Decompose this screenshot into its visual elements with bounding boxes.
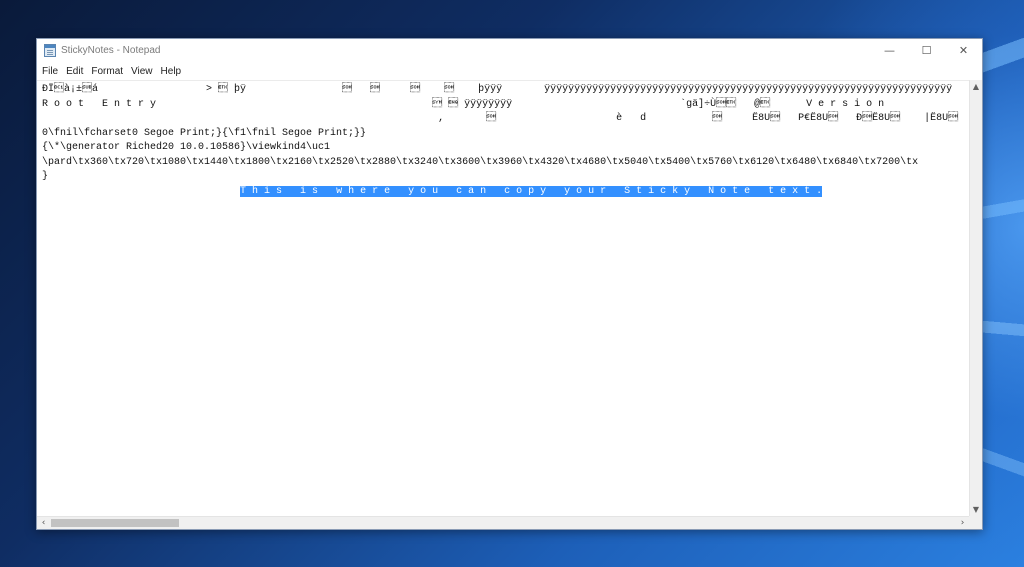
- text-line: 0\fnil\fcharset0 Segoe Print;}{\f1\fnil …: [42, 127, 367, 139]
- text-line: {\*\generator Riched20 10.0.10586}\viewk…: [42, 142, 331, 153]
- scrollbar-corner: [969, 516, 982, 529]
- scroll-up-arrow-icon[interactable]: ▲: [970, 80, 982, 93]
- text-editor[interactable]: ÐÏà¡±á >  þÿ     þÿÿÿ ÿÿÿÿÿÿÿÿÿÿÿ…: [37, 80, 969, 516]
- notepad-icon[interactable]: [44, 44, 56, 57]
- scroll-left-arrow-icon[interactable]: ‹: [37, 517, 50, 530]
- horizontal-scroll-thumb[interactable]: [51, 519, 179, 527]
- selected-text[interactable]: T h i s i s w h e r e y o u c a n c o p …: [240, 185, 823, 197]
- text-line: R o o t E n t r y   ÿÿÿÿÿÿÿÿ `gä]÷Ù …: [42, 98, 885, 110]
- window-controls: — ☐ ✕: [871, 39, 982, 62]
- text-line-indent: [42, 186, 240, 197]
- close-button[interactable]: ✕: [945, 39, 982, 62]
- menu-bar: File Edit Format View Help: [37, 62, 982, 80]
- menu-edit[interactable]: Edit: [63, 66, 86, 77]
- text-line: }: [42, 171, 49, 182]
- text-line: \pard\tx360\tx720\tx1080\tx1440\tx1800\t…: [42, 156, 919, 168]
- menu-file[interactable]: File: [39, 66, 61, 77]
- vertical-scrollbar[interactable]: ▲ ▼: [969, 80, 982, 516]
- menu-help[interactable]: Help: [158, 66, 185, 77]
- maximize-button[interactable]: ☐: [908, 39, 945, 62]
- title-bar[interactable]: StickyNotes - Notepad — ☐ ✕: [37, 39, 982, 62]
- text-line: ÐÏà¡±á >  þÿ     þÿÿÿ ÿÿÿÿÿÿÿÿÿÿÿ…: [42, 84, 953, 95]
- horizontal-scrollbar[interactable]: ‹ ›: [37, 516, 969, 529]
- scroll-down-arrow-icon[interactable]: ▼: [970, 503, 982, 516]
- document-text[interactable]: ÐÏà¡±á >  þÿ     þÿÿÿ ÿÿÿÿÿÿÿÿÿÿÿ…: [37, 81, 969, 199]
- text-line: ,  è d  Ë8U P€Ë8U ÐË8U |Ë8U €|Ë8: [42, 113, 969, 124]
- menu-format[interactable]: Format: [88, 66, 126, 77]
- window-title: StickyNotes - Notepad: [61, 45, 161, 56]
- scroll-right-arrow-icon[interactable]: ›: [956, 517, 969, 530]
- menu-view[interactable]: View: [128, 66, 156, 77]
- notepad-window: StickyNotes - Notepad — ☐ ✕ File Edit Fo…: [36, 38, 983, 530]
- minimize-button[interactable]: —: [871, 39, 908, 62]
